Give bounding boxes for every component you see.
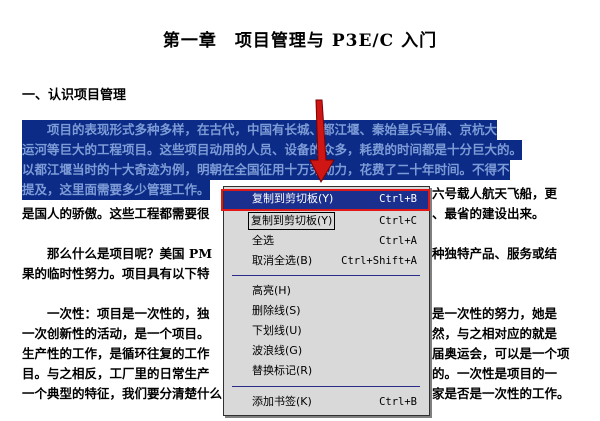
menu-item-replace-mark[interactable]: 替换标记(R) (224, 361, 429, 381)
context-menu: 复制到剪切板(Y) Ctrl+B 复制到剪切板(Y) Ctrl+C 全选 Ctr… (221, 186, 430, 416)
menu-item-strikethrough[interactable]: 删除线(S) (224, 301, 429, 321)
menu-item-add-bookmark[interactable]: 添加书签(K) Ctrl+B (224, 392, 429, 412)
menu-item-wavy-line[interactable]: 波浪线(G) (224, 341, 429, 361)
menu-item-select-all[interactable]: 全选 Ctrl+A (224, 231, 429, 251)
menu-item-deselect-all[interactable]: 取消全选(B) Ctrl+Shift+A (224, 251, 429, 271)
menu-separator (232, 386, 420, 387)
menu-item-copy[interactable]: 复制到剪切板(Y) Ctrl+C (224, 211, 429, 231)
menu-item-underline[interactable]: 下划线(U) (224, 321, 429, 341)
menu-separator (232, 275, 420, 276)
highlight-callout-box (221, 189, 430, 211)
menu-item-highlight[interactable]: 高亮(H) (224, 281, 429, 301)
